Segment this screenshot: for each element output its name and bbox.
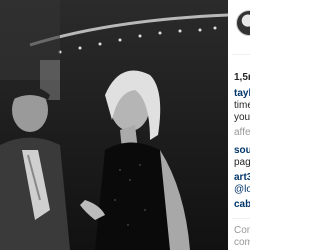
post-photo[interactable] bbox=[0, 0, 228, 250]
comment-author[interactable]: cab bbox=[234, 199, 250, 211]
comment-text: affe bbox=[234, 127, 250, 138]
add-comment-field[interactable]: Con com bbox=[232, 218, 250, 250]
add-comment-placeholder: com bbox=[234, 237, 250, 248]
comment-mention[interactable]: @lo bbox=[234, 184, 250, 196]
avatar[interactable] bbox=[236, 10, 250, 36]
comment-text: you bbox=[234, 112, 250, 123]
comment-author[interactable]: sou bbox=[234, 145, 250, 157]
comment-text: time bbox=[234, 100, 250, 111]
comment-author[interactable]: tayl bbox=[234, 88, 250, 100]
header-divider bbox=[232, 54, 250, 55]
add-comment-placeholder: Con bbox=[234, 225, 250, 236]
post-sidebar: 1,5r tayl time you affe sou pag art3 @lo… bbox=[228, 0, 250, 250]
likes-count[interactable]: 1,5r bbox=[234, 72, 250, 83]
comment-author[interactable]: art3 bbox=[234, 172, 250, 184]
comment-text: pag bbox=[234, 157, 250, 168]
